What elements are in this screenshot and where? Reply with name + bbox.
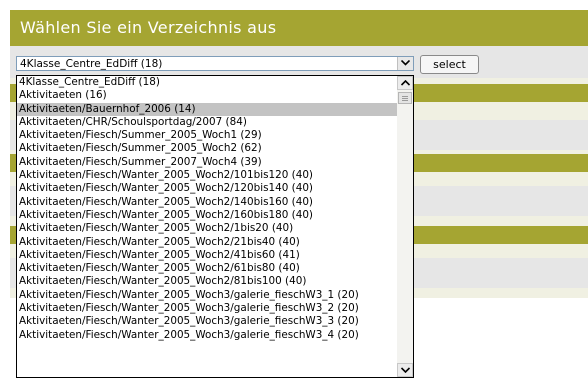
dropdown-option[interactable]: Aktivitaeten/Fiesch/Wanter_2005_Woch3/ga… xyxy=(17,329,397,342)
header-bar: Wählen Sie ein Verzeichnis aus xyxy=(10,10,588,46)
page-title: Wählen Sie ein Verzeichnis aus xyxy=(20,18,277,37)
dropdown-option[interactable]: Aktivitaeten/Bauernhof_2006 (14) xyxy=(17,102,397,116)
dropdown-option[interactable]: Aktivitaeten (16) xyxy=(17,89,397,102)
scrollbar-thumb[interactable] xyxy=(398,92,412,104)
dropdown-option[interactable]: Aktivitaeten/Fiesch/Wanter_2005_Woch3/ga… xyxy=(17,302,397,315)
dropdown-option[interactable]: Aktivitaeten/Fiesch/Wanter_2005_Woch2/41… xyxy=(17,249,397,262)
grip-line xyxy=(402,96,408,97)
dropdown-option[interactable]: Aktivitaeten/Fiesch/Wanter_2005_Woch2/81… xyxy=(17,275,397,288)
scroll-up-arrow-icon[interactable] xyxy=(397,76,413,90)
dropdown-option[interactable]: Aktivitaeten/Fiesch/Wanter_2005_Woch2/14… xyxy=(17,196,397,209)
dropdown-option[interactable]: 4Klasse_Centre_EdDiff (18) xyxy=(17,76,397,89)
option-list: 4Klasse_Centre_EdDiff (18) Aktivitaeten (… xyxy=(17,76,397,342)
dropdown-option[interactable]: Aktivitaeten/Fiesch/Wanter_2005_Woch2/21… xyxy=(17,236,397,249)
dropdown-scrollbar[interactable] xyxy=(397,76,413,377)
dropdown-option[interactable]: Aktivitaeten/Fiesch/Summer_2007_Woch4 (3… xyxy=(17,156,397,169)
dropdown-option[interactable]: Aktivitaeten/Fiesch/Wanter_2005_Woch2/10… xyxy=(17,169,397,182)
dropdown-option[interactable]: Aktivitaeten/Fiesch/Summer_2005_Woch2 (6… xyxy=(17,142,397,155)
scroll-down-arrow-icon[interactable] xyxy=(397,363,413,377)
chevron-down-icon[interactable] xyxy=(397,57,413,70)
dropdown-option[interactable]: Aktivitaeten/CHR/Schoulsportdag/2007 (84… xyxy=(17,116,397,129)
select-button[interactable]: select xyxy=(420,55,479,74)
dropdown-option[interactable]: Aktivitaeten/Fiesch/Wanter_2005_Woch3/ga… xyxy=(17,289,397,302)
dropdown-option[interactable]: Aktivitaeten/Fiesch/Wanter_2005_Woch2/16… xyxy=(17,209,397,222)
dropdown-option[interactable]: Aktivitaeten/Fiesch/Wanter_2005_Woch2/12… xyxy=(17,182,397,195)
dropdown-option[interactable]: Aktivitaeten/Fiesch/Wanter_2005_Woch2/1b… xyxy=(17,222,397,235)
directory-select[interactable]: 4Klasse_Centre_EdDiff (18) xyxy=(16,56,414,71)
dropdown-option[interactable]: Aktivitaeten/Fiesch/Wanter_2005_Woch3/ga… xyxy=(17,315,397,328)
grip-line xyxy=(402,100,408,101)
dropdown-option[interactable]: Aktivitaeten/Fiesch/Wanter_2005_Woch2/61… xyxy=(17,262,397,275)
directory-select-value: 4Klasse_Centre_EdDiff (18) xyxy=(20,58,163,70)
grip-line xyxy=(402,98,408,99)
directory-dropdown-list[interactable]: 4Klasse_Centre_EdDiff (18) Aktivitaeten (… xyxy=(16,75,414,378)
directory-selection-page: Wählen Sie ein Verzeichnis aus 4Klasse_C… xyxy=(0,0,588,378)
dropdown-option[interactable]: Aktivitaeten/Fiesch/Summer_2005_Woch1 (2… xyxy=(17,129,397,142)
